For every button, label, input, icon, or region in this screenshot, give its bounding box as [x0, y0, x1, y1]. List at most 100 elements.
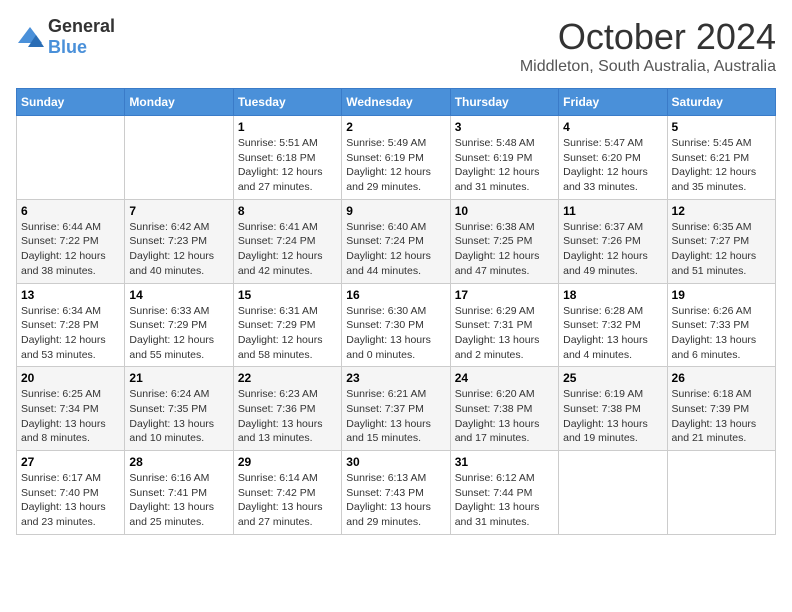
- day-number: 13: [21, 288, 120, 302]
- day-info: Sunrise: 6:12 AMSunset: 7:44 PMDaylight:…: [455, 471, 554, 530]
- day-number: 14: [129, 288, 228, 302]
- calendar-cell: 26 Sunrise: 6:18 AMSunset: 7:39 PMDayligh…: [667, 367, 775, 451]
- day-number: 12: [672, 204, 771, 218]
- calendar-week-row: 1 Sunrise: 5:51 AMSunset: 6:18 PMDaylight…: [17, 116, 776, 200]
- day-number: 1: [238, 120, 337, 134]
- calendar-cell: 28Sunrise: 6:16 AMSunset: 7:41 PMDayligh…: [125, 451, 233, 535]
- calendar-cell: 24Sunrise: 6:20 AMSunset: 7:38 PMDayligh…: [450, 367, 558, 451]
- day-info: Sunrise: 6:44 AMSunset: 7:22 PMDaylight:…: [21, 220, 120, 279]
- day-info: Sunrise: 5:47 AMSunset: 6:20 PMDaylight:…: [563, 136, 662, 195]
- day-number: 31: [455, 455, 554, 469]
- calendar-cell: 14 Sunrise: 6:33 AMSunset: 7:29 PMDayligh…: [125, 283, 233, 367]
- weekday-header-tuesday: Tuesday: [233, 89, 341, 116]
- calendar-cell: 4 Sunrise: 5:47 AMSunset: 6:20 PMDaylight…: [559, 116, 667, 200]
- day-info: Sunrise: 6:40 AMSunset: 7:24 PMDaylight:…: [346, 220, 445, 279]
- weekday-header-wednesday: Wednesday: [342, 89, 450, 116]
- day-number: 27: [21, 455, 120, 469]
- day-info: Sunrise: 5:49 AMSunset: 6:19 PMDaylight:…: [346, 136, 445, 195]
- calendar-cell: 27 Sunrise: 6:17 AMSunset: 7:40 PMDayligh…: [17, 451, 125, 535]
- day-info: Sunrise: 6:13 AMSunset: 7:43 PMDaylight:…: [346, 471, 445, 530]
- calendar-cell: 9 Sunrise: 6:40 AMSunset: 7:24 PMDaylight…: [342, 199, 450, 283]
- day-number: 6: [21, 204, 120, 218]
- calendar-header-row: SundayMondayTuesdayWednesdayThursdayFrid…: [17, 89, 776, 116]
- calendar-cell: 13 Sunrise: 6:34 AMSunset: 7:28 PMDayligh…: [17, 283, 125, 367]
- day-info: Sunrise: 6:33 AMSunset: 7:29 PMDaylight:…: [129, 304, 228, 363]
- day-info: Sunrise: 6:35 AMSunset: 7:27 PMDaylight:…: [672, 220, 771, 279]
- calendar-cell: [559, 451, 667, 535]
- page-header: General Blue October 2024 Middleton, Sou…: [16, 16, 776, 76]
- day-number: 29: [238, 455, 337, 469]
- day-number: 21: [129, 371, 228, 385]
- day-info: Sunrise: 6:30 AMSunset: 7:30 PMDaylight:…: [346, 304, 445, 363]
- location-subtitle: Middleton, South Australia, Australia: [520, 58, 776, 76]
- calendar-cell: 21 Sunrise: 6:24 AMSunset: 7:35 PMDayligh…: [125, 367, 233, 451]
- calendar-week-row: 6 Sunrise: 6:44 AMSunset: 7:22 PMDaylight…: [17, 199, 776, 283]
- day-number: 8: [238, 204, 337, 218]
- calendar-cell: 23 Sunrise: 6:21 AMSunset: 7:37 PMDayligh…: [342, 367, 450, 451]
- calendar-cell: 3 Sunrise: 5:48 AMSunset: 6:19 PMDaylight…: [450, 116, 558, 200]
- day-number: 24: [455, 371, 554, 385]
- calendar-cell: 31 Sunrise: 6:12 AMSunset: 7:44 PMDayligh…: [450, 451, 558, 535]
- calendar-week-row: 20 Sunrise: 6:25 AMSunset: 7:34 PMDayligh…: [17, 367, 776, 451]
- calendar-cell: [125, 116, 233, 200]
- day-number: 22: [238, 371, 337, 385]
- day-info: Sunrise: 6:14 AMSunset: 7:42 PMDaylight:…: [238, 471, 337, 530]
- day-number: 26: [672, 371, 771, 385]
- calendar-cell: 18Sunrise: 6:28 AMSunset: 7:32 PMDayligh…: [559, 283, 667, 367]
- day-info: Sunrise: 6:17 AMSunset: 7:40 PMDaylight:…: [21, 471, 120, 530]
- day-info: Sunrise: 6:31 AMSunset: 7:29 PMDaylight:…: [238, 304, 337, 363]
- day-number: 5: [672, 120, 771, 134]
- weekday-header-monday: Monday: [125, 89, 233, 116]
- day-info: Sunrise: 6:42 AMSunset: 7:23 PMDaylight:…: [129, 220, 228, 279]
- day-info: Sunrise: 5:48 AMSunset: 6:19 PMDaylight:…: [455, 136, 554, 195]
- day-info: Sunrise: 6:23 AMSunset: 7:36 PMDaylight:…: [238, 387, 337, 446]
- weekday-header-thursday: Thursday: [450, 89, 558, 116]
- day-info: Sunrise: 6:26 AMSunset: 7:33 PMDaylight:…: [672, 304, 771, 363]
- logo-icon: [16, 25, 44, 49]
- day-info: Sunrise: 6:28 AMSunset: 7:32 PMDaylight:…: [563, 304, 662, 363]
- weekday-header-friday: Friday: [559, 89, 667, 116]
- weekday-header-saturday: Saturday: [667, 89, 775, 116]
- calendar-cell: [17, 116, 125, 200]
- calendar-cell: 2Sunrise: 5:49 AMSunset: 6:19 PMDaylight…: [342, 116, 450, 200]
- logo-text-blue: Blue: [48, 37, 87, 57]
- calendar-cell: 10 Sunrise: 6:38 AMSunset: 7:25 PMDayligh…: [450, 199, 558, 283]
- day-info: Sunrise: 6:25 AMSunset: 7:34 PMDaylight:…: [21, 387, 120, 446]
- day-number: 3: [455, 120, 554, 134]
- calendar-cell: 16Sunrise: 6:30 AMSunset: 7:30 PMDayligh…: [342, 283, 450, 367]
- day-number: 20: [21, 371, 120, 385]
- calendar-cell: 20 Sunrise: 6:25 AMSunset: 7:34 PMDayligh…: [17, 367, 125, 451]
- day-number: 19: [672, 288, 771, 302]
- calendar-cell: 11Sunrise: 6:37 AMSunset: 7:26 PMDayligh…: [559, 199, 667, 283]
- title-block: October 2024 Middleton, South Australia,…: [520, 16, 776, 76]
- calendar-cell: 5Sunrise: 5:45 AMSunset: 6:21 PMDaylight…: [667, 116, 775, 200]
- calendar-cell: 15 Sunrise: 6:31 AMSunset: 7:29 PMDayligh…: [233, 283, 341, 367]
- day-number: 4: [563, 120, 662, 134]
- calendar-week-row: 13 Sunrise: 6:34 AMSunset: 7:28 PMDayligh…: [17, 283, 776, 367]
- day-info: Sunrise: 6:38 AMSunset: 7:25 PMDaylight:…: [455, 220, 554, 279]
- weekday-header-sunday: Sunday: [17, 89, 125, 116]
- day-info: Sunrise: 6:21 AMSunset: 7:37 PMDaylight:…: [346, 387, 445, 446]
- day-number: 7: [129, 204, 228, 218]
- day-number: 25: [563, 371, 662, 385]
- logo-text-general: General: [48, 16, 115, 36]
- calendar-cell: 7 Sunrise: 6:42 AMSunset: 7:23 PMDaylight…: [125, 199, 233, 283]
- day-number: 10: [455, 204, 554, 218]
- day-number: 9: [346, 204, 445, 218]
- day-info: Sunrise: 6:24 AMSunset: 7:35 PMDaylight:…: [129, 387, 228, 446]
- calendar-cell: 6 Sunrise: 6:44 AMSunset: 7:22 PMDaylight…: [17, 199, 125, 283]
- day-number: 28: [129, 455, 228, 469]
- day-number: 30: [346, 455, 445, 469]
- calendar-cell: 22 Sunrise: 6:23 AMSunset: 7:36 PMDayligh…: [233, 367, 341, 451]
- day-info: Sunrise: 6:18 AMSunset: 7:39 PMDaylight:…: [672, 387, 771, 446]
- calendar-week-row: 27 Sunrise: 6:17 AMSunset: 7:40 PMDayligh…: [17, 451, 776, 535]
- day-info: Sunrise: 6:34 AMSunset: 7:28 PMDaylight:…: [21, 304, 120, 363]
- day-info: Sunrise: 5:51 AMSunset: 6:18 PMDaylight:…: [238, 136, 337, 195]
- day-number: 23: [346, 371, 445, 385]
- day-info: Sunrise: 6:41 AMSunset: 7:24 PMDaylight:…: [238, 220, 337, 279]
- calendar-cell: [667, 451, 775, 535]
- calendar-cell: 25Sunrise: 6:19 AMSunset: 7:38 PMDayligh…: [559, 367, 667, 451]
- calendar-cell: 29 Sunrise: 6:14 AMSunset: 7:42 PMDayligh…: [233, 451, 341, 535]
- calendar-table: SundayMondayTuesdayWednesdayThursdayFrid…: [16, 88, 776, 535]
- day-number: 15: [238, 288, 337, 302]
